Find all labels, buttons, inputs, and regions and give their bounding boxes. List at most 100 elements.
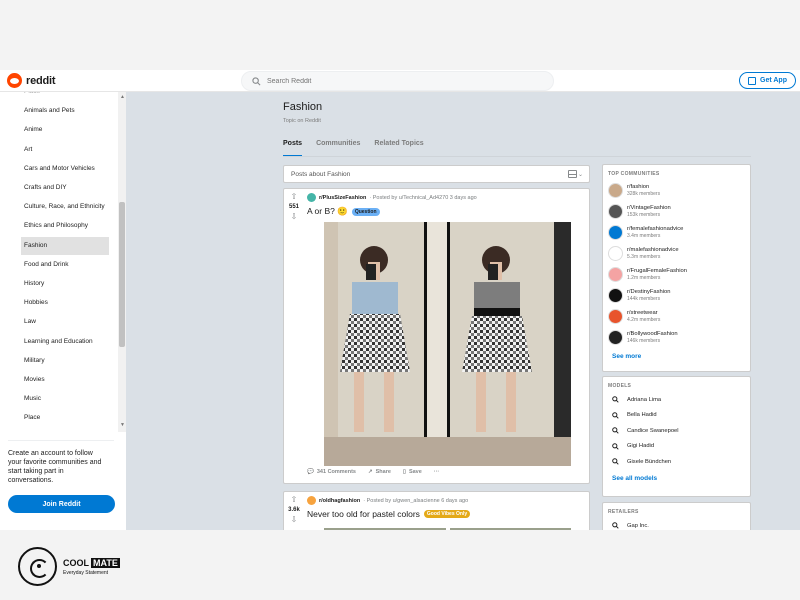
post-flair[interactable]: Good Vibes Only: [423, 510, 471, 518]
community-avatar-icon: [608, 183, 623, 198]
sidebar-topic-item[interactable]: Crafts and DIY: [21, 179, 109, 197]
subreddit-icon[interactable]: [307, 193, 316, 202]
post-author-time: · Posted by u/Technical_Ad4270 3 days ag…: [369, 194, 477, 201]
see-more-link[interactable]: See more: [603, 348, 750, 365]
community-item[interactable]: r/malefashionadvice 5.3m members: [603, 243, 750, 264]
post-title[interactable]: Never too old for pastel colors Good Vib…: [307, 509, 471, 519]
search-icon: [612, 522, 619, 529]
sidebar-topic-item[interactable]: Food and Drink: [21, 256, 109, 274]
community-avatar-icon: [608, 309, 623, 324]
upvote-icon[interactable]: ⇧: [291, 192, 298, 202]
coolmate-logo-icon: [18, 547, 57, 586]
sidebar-topic-item[interactable]: Law: [21, 313, 109, 331]
suggestion-label: Gisele Bündchen: [627, 458, 672, 465]
scroll-up-icon[interactable]: ▲: [120, 94, 125, 100]
sidebar-topic-item[interactable]: History: [21, 275, 109, 293]
search-suggestion-item[interactable]: Gap Inc.: [603, 518, 750, 530]
scroll-down-icon[interactable]: ▼: [120, 422, 125, 428]
sidebar-topic-item[interactable]: Ethics and Philosophy: [21, 217, 109, 235]
see-all-models-link[interactable]: See all models: [603, 470, 750, 487]
left-sidebar: PlaceAnimals and PetsAnimeArtCars and Mo…: [0, 92, 126, 530]
community-avatar-icon: [608, 288, 623, 303]
brand-wordmark: COOL MATE Everyday Statement: [63, 557, 120, 576]
community-item[interactable]: r/FrugalFemaleFashion 1.2m members: [603, 264, 750, 285]
coolmate-brand: COOL MATE Everyday Statement: [18, 547, 120, 586]
post-image[interactable]: [324, 528, 571, 530]
search-suggestion-item[interactable]: Gisele Bündchen: [603, 454, 750, 470]
community-item[interactable]: r/VintageFashion 153k members: [603, 201, 750, 222]
subreddit-link[interactable]: r/oldhagfashion: [319, 498, 360, 504]
community-avatar-icon: [608, 204, 623, 219]
community-item[interactable]: r/streetwear 4.2m members: [603, 306, 750, 327]
post-image[interactable]: [324, 222, 571, 466]
brand-name: COOL MATE: [63, 557, 120, 568]
sidebar-topic-item[interactable]: Podcasts: [21, 429, 109, 432]
share-button[interactable]: ↗ Share: [368, 469, 391, 475]
models-card: MODELS Adriana Lima Bella Hadid Candice Sw…: [602, 376, 751, 497]
sidebar-topic-item[interactable]: Art: [21, 141, 109, 159]
post-title[interactable]: A or B? 🙂 Question: [307, 206, 380, 217]
community-item[interactable]: r/femalefashionadvice 3.4m members: [603, 222, 750, 243]
sidebar-topic-item[interactable]: Movies: [21, 371, 109, 389]
sidebar-topic-item[interactable]: Music: [21, 390, 109, 408]
reddit-logo[interactable]: reddit: [7, 73, 56, 88]
vote-column: ⇧ 3.6k ⇩: [284, 492, 304, 525]
get-app-button[interactable]: Get App: [739, 72, 796, 89]
sidebar-topic-item[interactable]: Place: [21, 409, 109, 427]
subreddit-icon[interactable]: [307, 496, 316, 505]
downvote-icon[interactable]: ⇩: [291, 212, 298, 222]
tab-communities[interactable]: Communities: [316, 137, 360, 157]
upvote-icon[interactable]: ⇧: [291, 495, 298, 505]
card-view-icon: [567, 170, 577, 178]
sidebar-topic-item[interactable]: Cars and Motor Vehicles: [21, 160, 109, 178]
search-bar[interactable]: [241, 71, 554, 91]
sidebar-topic-item[interactable]: Hobbies: [21, 294, 109, 312]
join-reddit-button[interactable]: Join Reddit: [8, 495, 115, 513]
page-title: Fashion: [283, 101, 323, 113]
sidebar-topic-item[interactable]: Place: [21, 92, 109, 101]
logo-text: reddit: [26, 74, 56, 87]
subreddit-link[interactable]: r/PlusSizeFashion: [319, 195, 366, 201]
main-content: Fashion Topic on Reddit Posts Communitie…: [126, 92, 800, 530]
post-card[interactable]: ⇧ 551 ⇩ r/PlusSizeFashion · Posted by u/…: [283, 188, 590, 484]
community-text: r/BollywoodFashion 146k members: [627, 331, 678, 345]
post-flair[interactable]: Question: [351, 207, 380, 216]
community-members: 3.4m members: [627, 232, 661, 239]
community-avatar-icon: [608, 246, 623, 261]
community-item[interactable]: r/DestinyFashion 144k members: [603, 285, 750, 306]
sidebar-topic-item[interactable]: Military: [21, 352, 109, 370]
tab-related-topics[interactable]: Related Topics: [374, 137, 423, 157]
sidebar-topic-item[interactable]: Fashion: [21, 236, 109, 255]
search-suggestion-item[interactable]: Gigi Hadid: [603, 439, 750, 455]
search-suggestion-item[interactable]: Candice Swanepoel: [603, 423, 750, 439]
sidebar-topic-item[interactable]: Culture, Race, and Ethnicity: [21, 198, 109, 216]
sidebar-topic-item[interactable]: Animals and Pets: [21, 102, 109, 120]
post-card[interactable]: ⇧ 3.6k ⇩ r/oldhagfashion · Posted by u/g…: [283, 491, 590, 530]
more-options-button[interactable]: ···: [434, 469, 440, 475]
community-name: r/fashion: [627, 183, 650, 190]
retailers-heading: RETAILERS: [608, 509, 639, 515]
sidebar-topic-item[interactable]: Learning and Education: [21, 333, 109, 351]
brand-name-right: MATE: [91, 557, 120, 568]
view-toggle[interactable]: ⌄: [567, 170, 583, 178]
brand-tagline: Everyday Statement: [63, 569, 109, 576]
comments-button[interactable]: 💬 341 Comments: [307, 469, 356, 475]
community-item[interactable]: r/BollywoodFashion 146k members: [603, 327, 750, 348]
search-suggestion-item[interactable]: Adriana Lima: [603, 392, 750, 408]
scroll-thumb[interactable]: [119, 202, 125, 347]
community-item[interactable]: r/fashion 328k members: [603, 180, 750, 201]
community-text: r/fashion 328k members: [627, 184, 660, 198]
save-button[interactable]: ▯ Save: [403, 469, 422, 475]
search-suggestion-item[interactable]: Bella Hadid: [603, 408, 750, 424]
search-input[interactable]: [267, 77, 527, 85]
post-score: 3.6k: [288, 507, 300, 513]
sidebar-scrollbar[interactable]: ▲ ▼: [118, 92, 126, 432]
share-icon: ↗: [368, 469, 373, 475]
post-title-text: A or B? 🙂: [307, 206, 348, 216]
posts-sort-bar[interactable]: Posts about Fashion ⌄: [283, 165, 590, 183]
sidebar-topic-item[interactable]: Anime: [21, 121, 109, 139]
tab-posts[interactable]: Posts: [283, 137, 303, 157]
sort-label: Posts about Fashion: [291, 170, 351, 178]
downvote-icon[interactable]: ⇩: [291, 515, 298, 525]
chevron-down-icon: ⌄: [577, 171, 583, 178]
